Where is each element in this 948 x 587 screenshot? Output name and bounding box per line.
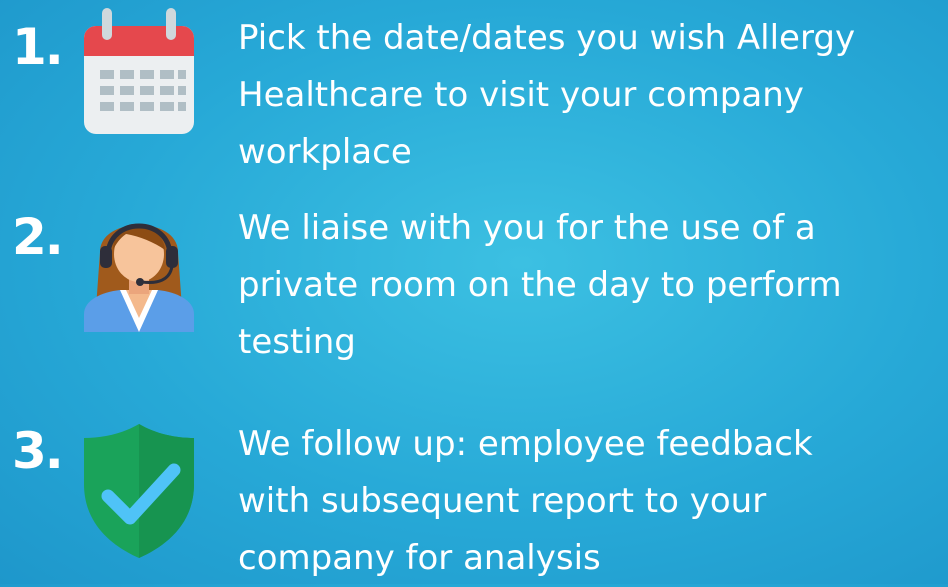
step-line: private room on the day to perform bbox=[238, 265, 842, 305]
step-number: 2. bbox=[12, 208, 64, 266]
support-agent-icon bbox=[84, 223, 194, 332]
step-description: Pick the date/dates you wish Allergy Hea… bbox=[238, 10, 948, 181]
step-line: We follow up: employee feedback bbox=[238, 424, 813, 464]
step-line: We liaise with you for the use of a bbox=[238, 208, 816, 248]
step-line: Pick the date/dates you wish Allergy bbox=[238, 18, 856, 58]
step-line: testing bbox=[238, 322, 356, 362]
step-description: We liaise with you for the use of a priv… bbox=[238, 200, 948, 371]
shield-check-icon bbox=[84, 424, 194, 558]
step-number: 3. bbox=[12, 422, 64, 480]
step-line: with subsequent report to your bbox=[238, 481, 767, 521]
step-number: 1. bbox=[12, 18, 64, 76]
step-line: workplace bbox=[238, 132, 412, 172]
step-line: company for analysis bbox=[238, 538, 601, 578]
step-description: We follow up: employee feedback with sub… bbox=[238, 416, 948, 587]
calendar-icon bbox=[84, 8, 194, 134]
step-line: Healthcare to visit your company bbox=[238, 75, 804, 115]
